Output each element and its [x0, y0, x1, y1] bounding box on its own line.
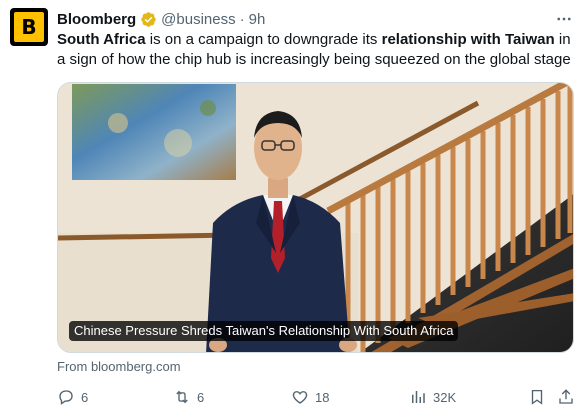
link-source[interactable]: From bloomberg.com	[57, 359, 181, 374]
tweet-header: Bloomberg @business · 9h	[57, 9, 574, 29]
display-name[interactable]: Bloomberg	[57, 11, 136, 28]
bookmark-button[interactable]	[528, 386, 552, 408]
bold-text-south-africa: South Africa	[57, 31, 146, 48]
text-segment: is on a campaign to downgrade its	[145, 31, 382, 48]
reply-icon	[59, 390, 73, 405]
action-bar: 6 6 18 32K	[57, 386, 577, 408]
reply-count: 6	[81, 389, 89, 405]
article-card-image[interactable]: Chinese Pressure Shreds Taiwan's Relatio…	[57, 82, 574, 353]
repost-count: 6	[197, 389, 205, 405]
timestamp[interactable]: 9h	[249, 11, 266, 28]
article-headline-caption[interactable]: Chinese Pressure Shreds Taiwan's Relatio…	[69, 321, 459, 341]
more-options-icon[interactable]	[554, 9, 574, 29]
verified-badge-icon[interactable]	[140, 11, 157, 28]
tweet-text: South Africa is on a campaign to downgra…	[57, 30, 577, 70]
views-icon	[412, 391, 425, 403]
like-count: 18	[315, 389, 330, 405]
share-icon	[559, 389, 573, 404]
handle[interactable]: @business	[161, 11, 235, 28]
bookmark-icon	[531, 389, 543, 405]
repost-button[interactable]: 6	[173, 386, 204, 408]
repost-icon	[176, 390, 188, 404]
share-button[interactable]	[557, 386, 581, 408]
tweet[interactable]: B Bloomberg @business · 9h South Africa …	[0, 0, 584, 416]
like-button[interactable]: 18	[291, 386, 329, 408]
heart-icon	[292, 391, 308, 404]
bold-text-relationship: relationship with Taiwan	[381, 31, 555, 48]
avatar[interactable]: B	[10, 8, 48, 46]
article-photo	[58, 83, 573, 352]
separator-dot: ·	[239, 10, 245, 28]
reply-button[interactable]: 6	[57, 386, 88, 408]
bloomberg-logo: B	[14, 12, 44, 42]
views-button[interactable]: 32K	[409, 386, 456, 408]
view-count: 32K	[433, 389, 457, 405]
